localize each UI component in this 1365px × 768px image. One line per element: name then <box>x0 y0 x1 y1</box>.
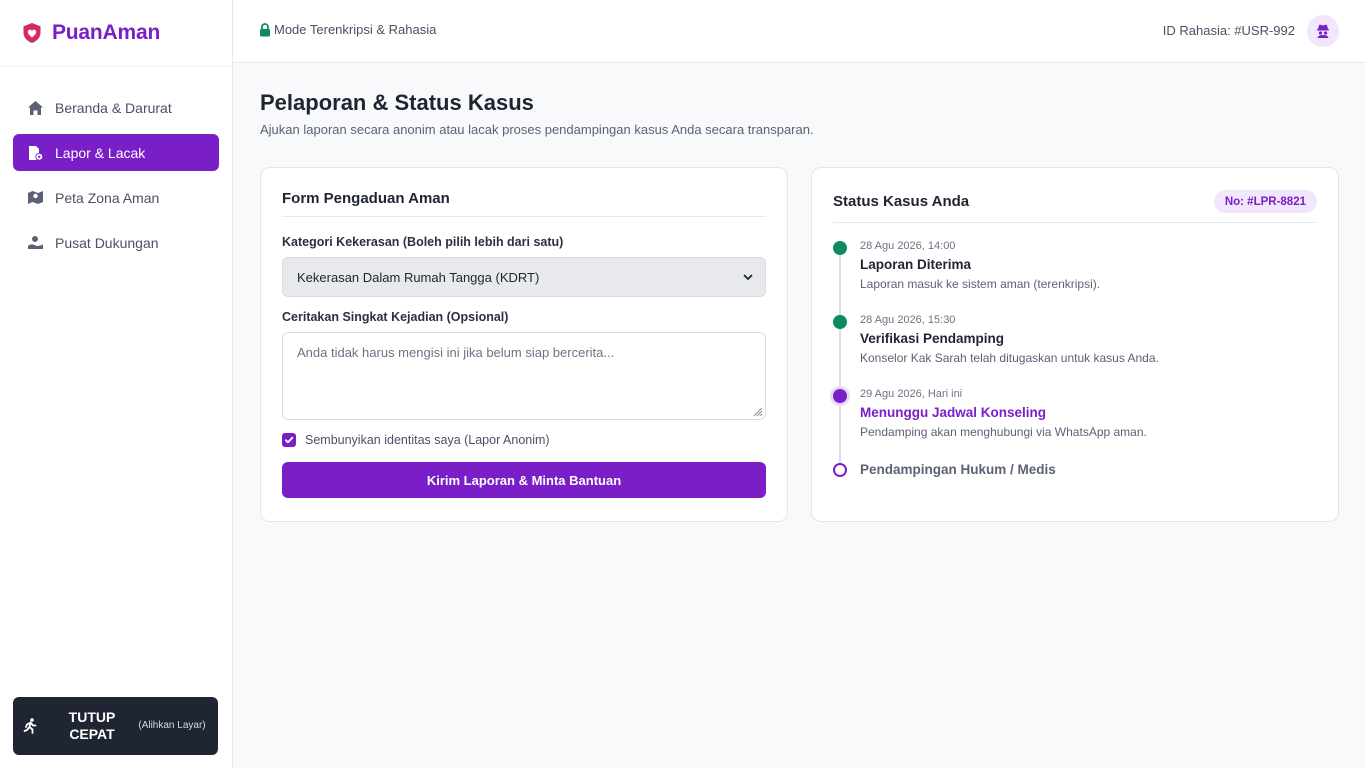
step-date: 28 Agu 2026, 15:30 <box>860 314 956 326</box>
resize-handle-icon[interactable] <box>751 405 763 417</box>
divider <box>833 222 1317 223</box>
step-title: Menunggu Jadwal Konseling <box>860 405 1047 420</box>
case-status-card: Status Kasus Anda No: #LPR-8821 28 Agu 2… <box>811 167 1339 522</box>
chevron-down-icon <box>742 271 754 283</box>
lock-icon <box>259 22 272 37</box>
quick-exit-button[interactable]: TUTUP CEPAT (Alihkan Layar) <box>13 697 218 755</box>
form-title: Form Pengaduan Aman <box>282 190 450 207</box>
shield-heart-icon <box>21 22 43 44</box>
step-title: Verifikasi Pendamping <box>860 331 1005 346</box>
page-title: Pelaporan & Status Kasus <box>260 90 534 115</box>
story-placeholder: Anda tidak harus mengisi ini jika belum … <box>297 345 615 360</box>
step-pending-marker <box>833 463 847 477</box>
anonymous-user-icon <box>1315 23 1331 39</box>
sidebar-item-beranda[interactable]: Beranda & Darurat <box>13 89 219 126</box>
anonymous-label: Sembunyikan identitas saya (Lapor Anonim… <box>305 433 550 447</box>
sidebar-item-peta[interactable]: Peta Zona Aman <box>13 179 219 216</box>
map-icon <box>26 189 44 207</box>
sidebar-nav: Beranda & Darurat Lapor & Lacak Peta Zon… <box>0 67 232 261</box>
status-title: Status Kasus Anda <box>833 193 970 210</box>
step-date: 29 Agu 2026, Hari ini <box>860 388 963 400</box>
story-textarea[interactable]: Anda tidak harus mengisi ini jika belum … <box>282 332 766 420</box>
running-person-icon <box>13 718 47 734</box>
report-form-card: Form Pengaduan Aman Kategori Kekerasan (… <box>260 167 788 522</box>
sidebar-item-label: Beranda & Darurat <box>55 99 172 116</box>
sidebar-item-label: Pusat Dukungan <box>55 234 159 251</box>
timeline-line <box>839 248 841 470</box>
divider <box>282 216 766 217</box>
secret-user-id: ID Rahasia: #USR-992 <box>1162 23 1295 38</box>
step-title: Laporan Diterima <box>860 257 972 272</box>
step-done-marker <box>833 241 847 255</box>
avatar[interactable] <box>1307 15 1339 47</box>
topbar: Mode Terenkripsi & Rahasia ID Rahasia: #… <box>233 0 1365 63</box>
step-desc: Pendamping akan menghubungi via WhatsApp… <box>860 425 1147 439</box>
step-title: Pendampingan Hukum / Medis <box>860 462 1056 477</box>
step-current-marker <box>833 389 847 403</box>
step-date: 28 Agu 2026, 14:00 <box>860 240 956 252</box>
sidebar-item-label: Lapor & Lacak <box>55 144 146 161</box>
report-icon <box>26 144 44 162</box>
encryption-mode-label: Mode Terenkripsi & Rahasia <box>274 22 437 37</box>
sidebar-item-label: Peta Zona Aman <box>55 189 160 206</box>
anonymous-checkbox[interactable] <box>282 433 296 447</box>
anonymous-option[interactable]: Sembunyikan identitas saya (Lapor Anonim… <box>282 433 550 447</box>
sidebar-item-dukungan[interactable]: Pusat Dukungan <box>13 224 219 261</box>
case-number-badge: No: #LPR-8821 <box>1213 190 1317 213</box>
quick-exit-label: TUTUP CEPAT <box>68 709 116 742</box>
submit-report-button[interactable]: Kirim Laporan & Minta Bantuan <box>282 462 766 498</box>
category-select-value: Kekerasan Dalam Rumah Tangga (KDRT) <box>297 269 540 285</box>
category-select[interactable]: Kekerasan Dalam Rumah Tangga (KDRT) <box>282 257 766 297</box>
encryption-mode: Mode Terenkripsi & Rahasia <box>259 22 436 37</box>
support-icon <box>26 234 44 252</box>
brand-name: PuanAman <box>52 21 161 44</box>
step-desc: Laporan masuk ke sistem aman (terenkrips… <box>860 277 1101 291</box>
page-subtitle: Ajukan laporan secara anonim atau lacak … <box>260 122 814 137</box>
home-icon <box>26 99 44 117</box>
sidebar-item-lapor[interactable]: Lapor & Lacak <box>13 134 219 171</box>
step-desc: Konselor Kak Sarah telah ditugaskan untu… <box>860 351 1159 365</box>
sidebar: PuanAman Beranda & Darurat Lapor & Lacak… <box>0 0 233 768</box>
step-done-marker <box>833 315 847 329</box>
brand[interactable]: PuanAman <box>0 0 232 67</box>
story-label: Ceritakan Singkat Kejadian (Opsional) <box>282 310 509 324</box>
quick-exit-sub: (Alihkan Layar) <box>138 720 206 731</box>
category-label: Kategori Kekerasan (Boleh pilih lebih da… <box>282 235 564 249</box>
